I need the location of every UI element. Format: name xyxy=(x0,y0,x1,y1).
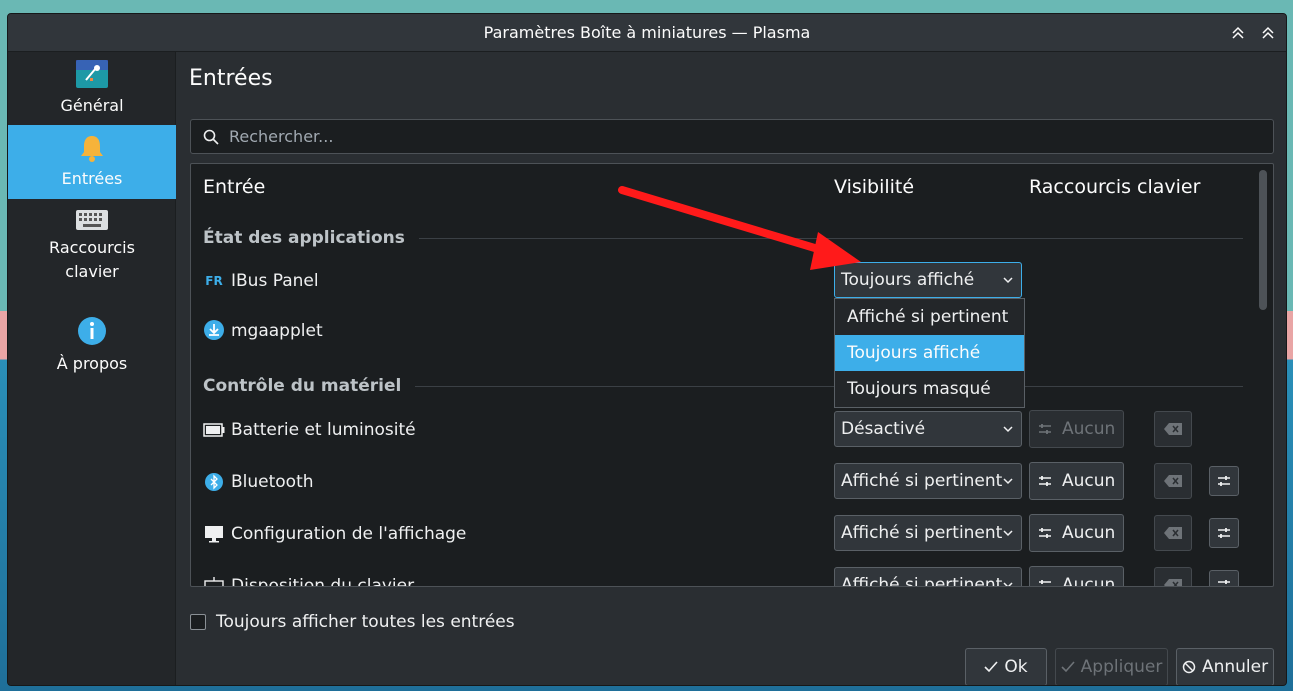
visibility-dropdown: Affiché si pertinent Toujours affiché To… xyxy=(834,298,1025,408)
sidebar-item-label: Général xyxy=(60,96,124,115)
cancel-label: Annuler xyxy=(1201,657,1269,677)
cancel-icon xyxy=(1182,660,1196,674)
sidebar-item-general[interactable]: Général xyxy=(8,56,176,126)
info-icon xyxy=(78,317,106,345)
column-header-shortcuts: Raccourcis clavier xyxy=(1029,176,1201,198)
maximize-button[interactable] xyxy=(1257,22,1279,44)
title-bar: Paramètres Boîte à miniatures — Plasma xyxy=(8,14,1286,52)
download-icon xyxy=(203,319,225,341)
backspace-icon xyxy=(1164,475,1182,487)
settings-window: Paramètres Boîte à miniatures — Plasma G… xyxy=(7,13,1287,686)
section-title: Contrôle du matériel xyxy=(203,376,402,396)
entry-label: IBus Panel xyxy=(231,271,319,291)
visibility-select[interactable]: Affiché si pertinent xyxy=(834,463,1022,499)
sliders-icon xyxy=(1218,528,1230,538)
bluetooth-icon xyxy=(203,471,225,493)
configure-button[interactable] xyxy=(1209,466,1239,496)
chevron-down-icon xyxy=(1003,277,1013,284)
clear-shortcut-button[interactable] xyxy=(1154,515,1192,551)
backspace-icon xyxy=(1164,423,1182,435)
sliders-icon xyxy=(1218,476,1230,486)
backspace-icon xyxy=(1164,579,1182,586)
cancel-button[interactable]: Annuler xyxy=(1176,648,1274,685)
section-title: État des applications xyxy=(203,228,405,248)
visibility-select[interactable]: Désactivé xyxy=(834,411,1022,447)
window-title: Paramètres Boîte à miniatures — Plasma xyxy=(483,23,811,42)
show-all-checkbox[interactable] xyxy=(190,614,206,630)
general-settings-icon xyxy=(76,60,108,88)
shortcut-value: Aucun xyxy=(1062,419,1116,439)
chevron-double-up-icon xyxy=(1232,26,1244,39)
entry-label: Batterie et luminosité xyxy=(231,420,416,440)
scrollbar[interactable] xyxy=(1259,170,1267,310)
chevron-down-icon xyxy=(1003,478,1013,485)
check-icon xyxy=(984,661,998,673)
chevron-down-icon xyxy=(1003,426,1013,433)
apply-label: Appliquer xyxy=(1080,657,1163,677)
shortcut-value: Aucun xyxy=(1062,523,1116,543)
show-all-entries[interactable]: Toujours afficher toutes les entrées xyxy=(190,612,515,632)
shortcut-button[interactable]: Aucun xyxy=(1029,462,1124,500)
keyboard-layout-icon: FR xyxy=(205,274,223,288)
shortcut-value: Aucun xyxy=(1062,575,1116,587)
ok-button[interactable]: Ok xyxy=(965,648,1047,685)
keyboard-icon xyxy=(76,210,108,230)
dropdown-option[interactable]: Affiché si pertinent xyxy=(835,299,1024,335)
ok-label: Ok xyxy=(1004,657,1028,677)
page-title: Entrées xyxy=(189,66,273,91)
shortcut-button[interactable]: Aucun xyxy=(1029,410,1124,448)
entry-label: mgaapplet xyxy=(231,321,323,341)
bell-icon xyxy=(81,136,103,162)
chevron-down-icon xyxy=(1003,530,1013,537)
entry-label: Bluetooth xyxy=(231,472,314,492)
sidebar-item-label: À propos xyxy=(56,354,128,373)
sliders-icon xyxy=(1218,580,1230,586)
section-header: Contrôle du matériel xyxy=(203,376,1243,396)
visibility-select[interactable]: Affiché si pertinent xyxy=(834,567,1022,587)
configure-button[interactable] xyxy=(1209,570,1239,586)
sidebar-item-label: Raccourcis clavier xyxy=(49,238,135,281)
shortcut-button[interactable]: Aucun xyxy=(1029,514,1124,552)
clear-shortcut-button[interactable] xyxy=(1154,567,1192,586)
sidebar: Général Entrées Raccourcis clavier À pro… xyxy=(8,52,176,685)
visibility-select[interactable]: Affiché si pertinent xyxy=(834,515,1022,551)
clear-shortcut-button[interactable] xyxy=(1154,463,1192,499)
configure-button[interactable] xyxy=(1209,518,1239,548)
entry-label: Configuration de l'affichage xyxy=(231,524,467,544)
monitor-icon xyxy=(203,523,225,545)
sidebar-item-label: Entrées xyxy=(61,169,123,188)
visibility-value: Affiché si pertinent xyxy=(841,471,1003,491)
chevron-down-icon xyxy=(1003,582,1013,586)
search-icon xyxy=(203,129,219,145)
visibility-value: Affiché si pertinent xyxy=(841,523,1003,543)
visibility-value: Désactivé xyxy=(841,419,926,439)
shortcut-value: Aucun xyxy=(1062,471,1116,491)
chevron-double-up-icon xyxy=(1262,26,1274,39)
check-icon xyxy=(1061,661,1075,673)
sidebar-item-about[interactable]: À propos xyxy=(8,314,176,384)
keep-above-button[interactable] xyxy=(1227,22,1249,44)
keyboard-icon xyxy=(203,575,225,586)
backspace-icon xyxy=(1164,527,1182,539)
battery-icon xyxy=(203,419,225,441)
apply-button[interactable]: Appliquer xyxy=(1055,648,1168,685)
clear-shortcut-button[interactable] xyxy=(1154,411,1192,447)
sliders-icon xyxy=(1039,580,1051,586)
dropdown-option[interactable]: Toujours masqué xyxy=(835,371,1024,407)
dropdown-option-selected[interactable]: Toujours affiché xyxy=(835,335,1024,371)
shortcut-button[interactable]: Aucun xyxy=(1029,566,1124,587)
sliders-icon xyxy=(1039,424,1051,434)
main-content: Entrées Entrée Visibilité Raccourcis cla… xyxy=(176,52,1286,685)
column-header-entry: Entrée xyxy=(203,176,266,198)
search-input[interactable] xyxy=(229,127,1229,146)
search-box[interactable] xyxy=(190,119,1274,154)
annotation-arrow-icon xyxy=(618,186,861,270)
sidebar-item-entries[interactable]: Entrées xyxy=(8,125,176,199)
visibility-value: Affiché si pertinent xyxy=(841,575,1003,587)
sliders-icon xyxy=(1039,528,1051,538)
entry-label: Disposition du clavier xyxy=(231,576,415,587)
sidebar-item-shortcuts[interactable]: Raccourcis clavier xyxy=(8,202,176,302)
sliders-icon xyxy=(1039,476,1051,486)
show-all-label: Toujours afficher toutes les entrées xyxy=(216,612,515,632)
